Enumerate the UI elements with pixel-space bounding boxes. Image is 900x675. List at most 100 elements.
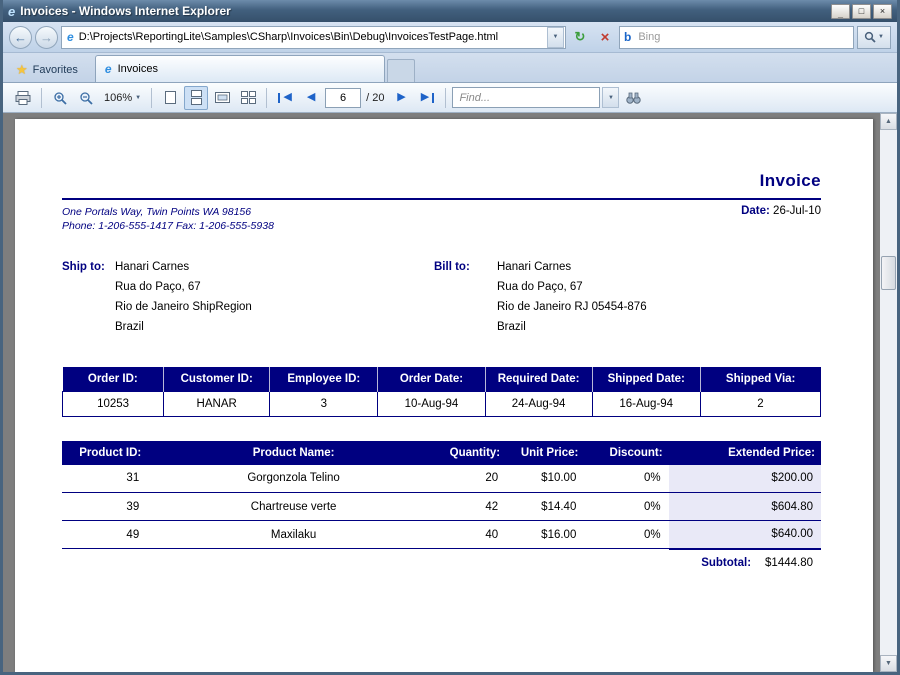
table-cell: 49 — [62, 521, 147, 549]
continuous-view-button[interactable] — [184, 86, 208, 110]
multi-page-view-button[interactable] — [236, 86, 260, 110]
print-button[interactable] — [11, 86, 35, 110]
find-button[interactable] — [621, 86, 645, 110]
address-blocks: Ship to: Hanari Carnes Rua do Paço, 67Ri… — [62, 257, 821, 337]
minimize-button[interactable]: _ — [831, 4, 850, 19]
bill-to-label: Bill to: — [434, 257, 497, 337]
stop-button[interactable]: × — [594, 26, 616, 48]
scroll-down-button[interactable]: ▼ — [880, 655, 897, 672]
subtotal-cell: Subtotal: $1444.80 — [669, 549, 821, 577]
last-page-icon: ▶ — [421, 92, 429, 103]
table-cell: $14.40 — [506, 493, 584, 521]
page-number-input[interactable] — [325, 88, 361, 108]
previous-page-button[interactable]: ◀ — [299, 86, 323, 110]
zoom-out-button[interactable] — [74, 86, 98, 110]
company-phone: Phone: 1-206-555-1417 Fax: 1-206-555-593… — [62, 219, 274, 233]
scrollbar-thumb[interactable] — [881, 256, 896, 290]
column-header: Quantity: — [440, 441, 506, 465]
url-text: D:\Projects\ReportingLite\Samples\CSharp… — [79, 31, 542, 43]
forward-button[interactable]: → — [35, 26, 58, 49]
address-line: Brazil — [115, 317, 252, 337]
ship-to-address: Hanari Carnes Rua do Paço, 67Rio de Jane… — [115, 257, 252, 337]
column-header: Product Name: — [147, 441, 440, 465]
address-line: Rua do Paço, 67 — [497, 277, 647, 297]
zoom-in-button[interactable] — [48, 86, 72, 110]
column-header: Discount: — [584, 441, 668, 465]
search-box[interactable]: b — [619, 26, 854, 49]
back-icon: ← — [14, 31, 27, 44]
continuous-pages-icon — [190, 90, 203, 105]
ie-logo-icon: e — [8, 5, 15, 18]
back-button[interactable]: ← — [9, 26, 32, 49]
maximize-button[interactable]: □ — [852, 4, 871, 19]
invoice-document: Invoice One Portals Way, Twin Points WA … — [15, 119, 873, 577]
zoom-level-dropdown[interactable]: 106% ▼ — [100, 86, 145, 110]
separator — [266, 88, 267, 108]
table-cell: 31 — [62, 465, 147, 493]
multi-page-grid-icon — [241, 90, 256, 105]
invoice-meta: One Portals Way, Twin Points WA 98156 Ph… — [62, 205, 821, 233]
bill-to-name: Hanari Carnes — [497, 257, 647, 277]
table-cell: Maxilaku — [147, 521, 440, 549]
previous-page-icon: ◀ — [307, 92, 315, 103]
address-bar: ← → e D:\Projects\ReportingLite\Samples\… — [3, 22, 897, 53]
invoice-date: Date: 26-Jul-10 — [741, 205, 821, 233]
first-page-bar — [278, 93, 280, 103]
find-input[interactable] — [452, 87, 600, 108]
order-table-body: 10253HANAR310-Aug-9424-Aug-9416-Aug-942 — [63, 391, 821, 416]
zoom-out-icon — [79, 91, 93, 105]
invoice-title: Invoice — [62, 171, 821, 191]
search-icon — [864, 31, 876, 43]
search-input[interactable] — [636, 30, 849, 44]
table-row: 10253HANAR310-Aug-9424-Aug-9416-Aug-942 — [63, 391, 821, 416]
column-header: Unit Price: — [506, 441, 584, 465]
find-options-dropdown[interactable]: ▼ — [602, 87, 619, 108]
address-field[interactable]: e D:\Projects\ReportingLite\Samples\CSha… — [61, 26, 566, 49]
subtotal-row: Subtotal: $1444.80 — [62, 549, 821, 577]
table-cell: 0% — [584, 465, 668, 493]
page-width-view-button[interactable] — [210, 86, 234, 110]
close-icon: × — [880, 7, 885, 16]
products-table: Product ID:Product Name:Quantity:Unit Pr… — [62, 441, 821, 577]
column-header: Employee ID: — [270, 367, 378, 391]
column-header: Product ID: — [62, 441, 147, 465]
table-cell: 42 — [440, 493, 506, 521]
table-row: 31Gorgonzola Telino20$10.000%$200.00 — [62, 465, 821, 493]
first-page-button[interactable]: ◀ — [273, 86, 297, 110]
favorites-button[interactable]: ★ Favorites — [7, 57, 87, 82]
new-tab-stub[interactable] — [387, 59, 415, 82]
column-header: Customer ID: — [164, 367, 270, 391]
scroll-up-icon: ▲ — [885, 118, 892, 125]
subtotal-label: Subtotal: — [701, 557, 751, 569]
address-line: Brazil — [497, 317, 647, 337]
scroll-up-button[interactable]: ▲ — [880, 113, 897, 130]
separator — [151, 88, 152, 108]
column-header: Shipped Via: — [700, 367, 820, 391]
table-cell: $640.00 — [669, 521, 821, 549]
table-cell: $604.80 — [669, 493, 821, 521]
subtotal-value: $1444.80 — [765, 557, 813, 569]
table-cell: 3 — [270, 391, 378, 416]
scrollbar-track[interactable] — [880, 130, 897, 655]
products-header-row: Product ID:Product Name:Quantity:Unit Pr… — [62, 441, 821, 465]
header-rule — [62, 198, 821, 200]
tab-favicon: e — [105, 62, 112, 76]
table-cell: 20 — [440, 465, 506, 493]
table-cell: Gorgonzola Telino — [147, 465, 440, 493]
vertical-scrollbar[interactable]: ▲ ▼ — [880, 113, 897, 672]
address-line: Rio de Janeiro ShipRegion — [115, 297, 252, 317]
table-cell: 0% — [584, 493, 668, 521]
table-row: 39Chartreuse verte42$14.400%$604.80 — [62, 493, 821, 521]
separator — [445, 88, 446, 108]
refresh-button[interactable]: ↻ — [569, 26, 591, 48]
close-button[interactable]: × — [873, 4, 892, 19]
address-dropdown-button[interactable]: ▼ — [547, 27, 564, 48]
tab-invoices[interactable]: e Invoices — [95, 55, 385, 82]
first-page-icon: ◀ — [283, 92, 291, 103]
single-page-view-button[interactable] — [158, 86, 182, 110]
bing-logo-icon: b — [624, 30, 631, 44]
report-page-area: Invoice One Portals Way, Twin Points WA … — [3, 113, 880, 672]
next-page-button[interactable]: ▶ — [389, 86, 413, 110]
search-button[interactable]: ▼ — [857, 26, 891, 49]
last-page-button[interactable]: ▶ — [415, 86, 439, 110]
